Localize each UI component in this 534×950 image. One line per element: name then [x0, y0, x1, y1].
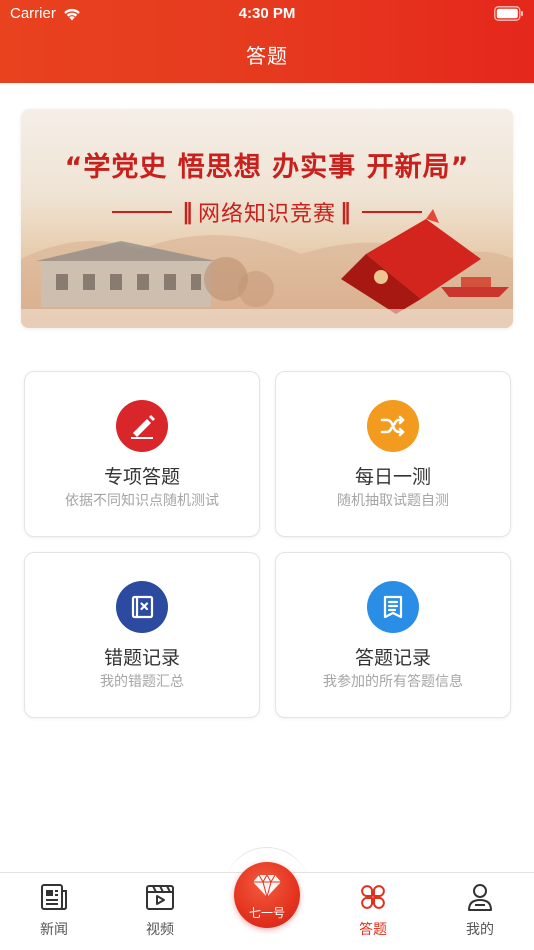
card-title: 每日一测 [354, 466, 431, 488]
banner-headline: “学党史 悟思想 办实事 开新局” [64, 152, 470, 183]
tab-news[interactable]: 新闻 [14, 881, 94, 939]
card-topic-quiz[interactable]: 专项答题 依据不同知识点随机测试 [24, 371, 260, 537]
banner-subtitle: 网络知识竞赛 [197, 202, 336, 227]
card-subtitle: 随机抽取试题自测 [337, 493, 449, 509]
tab-label: 我的 [466, 922, 494, 938]
newspaper-icon [41, 884, 67, 910]
tab-label: 新闻 [40, 922, 68, 938]
tab-video[interactable]: 视频 [120, 881, 200, 939]
pencil-icon [116, 400, 168, 452]
card-title: 专项答题 [103, 466, 180, 488]
video-icon [146, 885, 174, 910]
tab-quiz[interactable]: 答题 [333, 881, 413, 939]
card-title: 答题记录 [354, 647, 431, 669]
status-time: 4:30 PM [238, 5, 296, 22]
wrong-book-icon [116, 581, 168, 633]
top-header: Carrier 4:30 PM 答题 [0, 0, 534, 83]
tab-mine[interactable]: 我的 [440, 881, 520, 939]
card-subtitle: 我的错题汇总 [100, 674, 184, 690]
tab-label: 视频 [146, 922, 174, 938]
card-daily-test[interactable]: 每日一测 随机抽取试题自测 [275, 371, 511, 537]
diamond-icon [253, 873, 281, 899]
tab-label: 答题 [359, 922, 387, 938]
tab-qiyi-center-button[interactable]: 七一号 [234, 862, 300, 928]
page-title: 答题 [246, 44, 288, 68]
card-subtitle: 依据不同知识点随机测试 [65, 493, 219, 509]
battery-icon [494, 6, 523, 21]
document-icon [367, 581, 419, 633]
user-icon [468, 884, 492, 911]
clover-grid-icon [361, 885, 385, 909]
banner-subtitle-row: ‖ 网络知识竞赛 ‖ [21, 196, 513, 228]
card-title: 错题记录 [103, 647, 180, 669]
contest-banner[interactable]: “学党史 悟思想 办实事 开新局” ‖ 网络知识竞赛 ‖ [21, 109, 513, 328]
tab-label: 七一号 [248, 906, 285, 920]
divider-line-left [111, 211, 172, 213]
card-wrong-records[interactable]: 错题记录 我的错题汇总 [24, 552, 260, 718]
status-bar: Carrier 4:30 PM [0, 0, 534, 28]
bars-right: ‖ [340, 199, 352, 225]
shuffle-icon [367, 400, 419, 452]
divider-line-right [362, 211, 422, 213]
card-subtitle: 我参加的所有答题信息 [323, 674, 463, 690]
bars-left: ‖ [181, 199, 194, 225]
card-answer-records[interactable]: 答题记录 我参加的所有答题信息 [275, 552, 511, 718]
